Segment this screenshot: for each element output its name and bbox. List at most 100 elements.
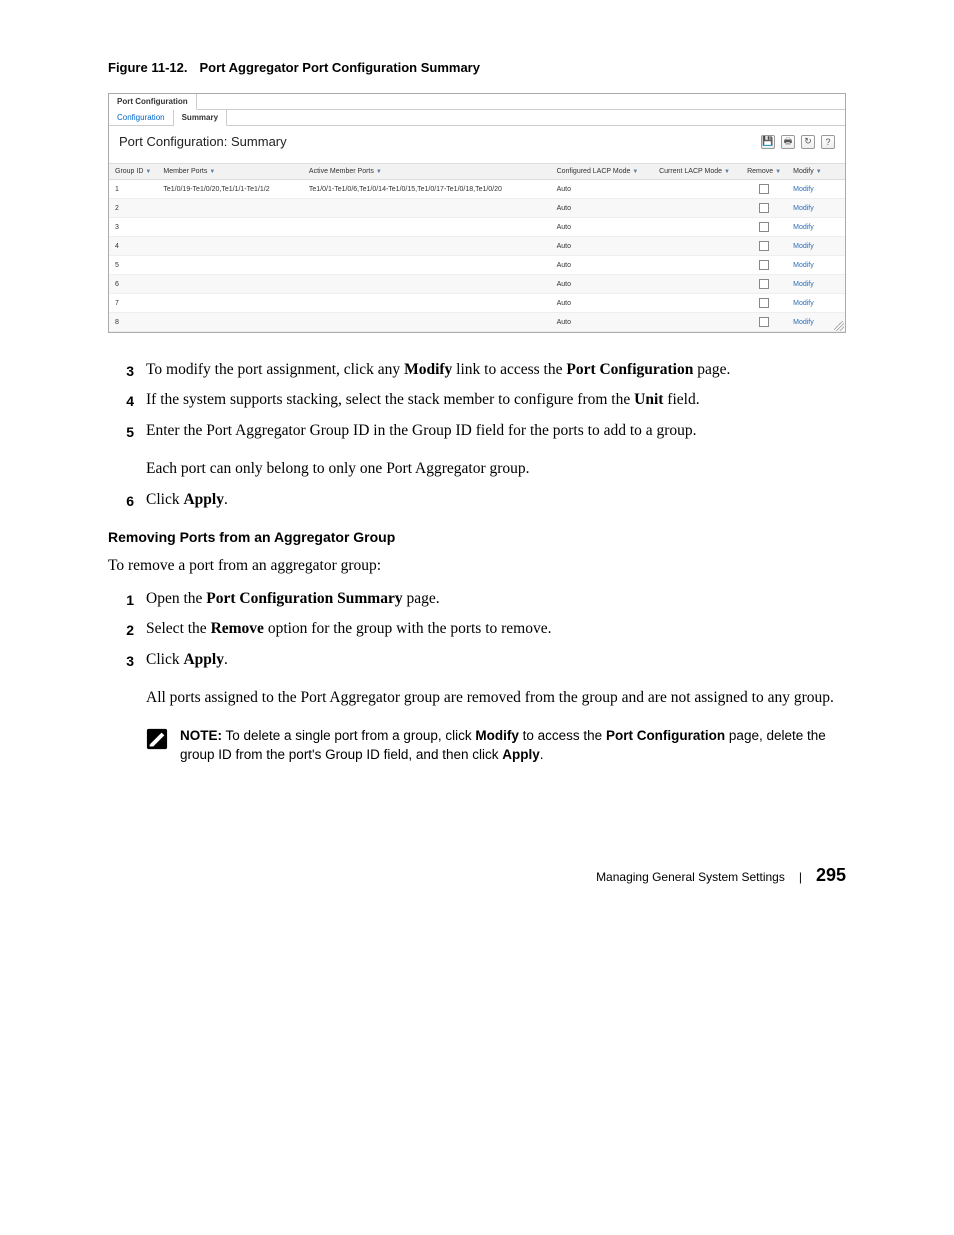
print-icon[interactable]: 🖶 [781,135,795,149]
cell-active-member-ports: Te1/0/1-Te1/0/6,Te1/0/14-Te1/0/15,Te1/0/… [303,180,551,199]
save-icon[interactable]: 💾 [761,135,775,149]
cell-modify: Modify [787,275,845,294]
step-2-3-sub: All ports assigned to the Port Aggregato… [146,687,846,709]
cell-configured-lacp: Auto [551,199,654,218]
remove-checkbox[interactable] [759,260,769,270]
cell-member-ports [157,237,303,256]
cell-current-lacp [653,237,741,256]
steps-list-1: 3 To modify the port assignment, click a… [108,359,846,442]
step-text: Select the Remove option for the group w… [146,618,846,640]
step-2-2: 2 Select the Remove option for the group… [108,618,846,640]
cell-group-id: 2 [109,199,157,218]
subtab-summary[interactable]: Summary [174,110,227,126]
step-text: Open the Port Configuration Summary page… [146,588,846,610]
remove-checkbox[interactable] [759,317,769,327]
figure-label: Figure 11-12. [108,60,187,75]
col-modify[interactable]: Modify▼ [787,164,845,180]
step-text: Enter the Port Aggregator Group ID in th… [146,420,846,442]
step-6: 6 Click Apply. [108,489,846,511]
note-block: NOTE: To delete a single port from a gro… [146,726,846,765]
remove-checkbox[interactable] [759,184,769,194]
table-row: 7AutoModify [109,294,845,313]
screenshot-top-tabs: Port Configuration [109,94,845,110]
cell-active-member-ports [303,218,551,237]
cell-current-lacp [653,313,741,332]
col-current-lacp[interactable]: Current LACP Mode▼ [653,164,741,180]
step-number: 6 [108,489,134,511]
subtab-configuration[interactable]: Configuration [109,110,174,125]
modify-link[interactable]: Modify [793,300,814,307]
modify-link[interactable]: Modify [793,262,814,269]
tab-port-configuration[interactable]: Port Configuration [109,94,197,110]
cell-active-member-ports [303,256,551,275]
toolbar-icons: 💾 🖶 ↻ ? [761,135,835,149]
cell-active-member-ports [303,275,551,294]
cell-active-member-ports [303,294,551,313]
section-heading-removing: Removing Ports from an Aggregator Group [108,529,846,545]
cell-active-member-ports [303,313,551,332]
table-row: 2 Auto Modify [109,199,845,218]
col-configured-lacp[interactable]: Configured LACP Mode▼ [551,164,654,180]
modify-link[interactable]: Modify [793,319,814,326]
section-intro: To remove a port from an aggregator grou… [108,555,846,577]
remove-checkbox[interactable] [759,222,769,232]
modify-link[interactable]: Modify [793,281,814,288]
cell-group-id: 5 [109,256,157,275]
cell-member-ports [157,256,303,275]
modify-link[interactable]: Modify [793,186,814,193]
figure-title: Port Aggregator Port Configuration Summa… [199,60,479,75]
remove-checkbox[interactable] [759,279,769,289]
col-group-id[interactable]: Group ID▼ [109,164,157,180]
cell-remove [741,237,787,256]
table-row: 3AutoModify [109,218,845,237]
cell-configured-lacp: Auto [551,313,654,332]
table-row: 5 Auto Modify [109,256,845,275]
cell-configured-lacp: Auto [551,256,654,275]
cell-remove [741,180,787,199]
cell-remove [741,218,787,237]
refresh-icon[interactable]: ↻ [801,135,815,149]
cell-group-id: 1 [109,180,157,199]
cell-remove [741,256,787,275]
step-text: To modify the port assignment, click any… [146,359,846,381]
step-3: 3 To modify the port assignment, click a… [108,359,846,381]
modify-link[interactable]: Modify [793,243,814,250]
cell-configured-lacp: Auto [551,275,654,294]
steps-list-2: 1 Open the Port Configuration Summary pa… [108,588,846,671]
cell-member-ports [157,199,303,218]
cell-modify: Modify [787,294,845,313]
steps-list-1b: 6 Click Apply. [108,489,846,511]
modify-link[interactable]: Modify [793,224,814,231]
step-text: Click Apply. [146,649,846,671]
step-text: Click Apply. [146,489,846,511]
cell-configured-lacp: Auto [551,180,654,199]
remove-checkbox[interactable] [759,298,769,308]
step-2-1: 1 Open the Port Configuration Summary pa… [108,588,846,610]
help-icon[interactable]: ? [821,135,835,149]
step-5: 5 Enter the Port Aggregator Group ID in … [108,420,846,442]
step-number: 1 [108,588,134,610]
remove-checkbox[interactable] [759,203,769,213]
step-number: 2 [108,618,134,640]
cell-current-lacp [653,294,741,313]
table-row: 6 Auto Modify [109,275,845,294]
page-footer: Managing General System Settings | 295 [108,865,846,886]
cell-remove [741,275,787,294]
figure-caption: Figure 11-12. Port Aggregator Port Config… [108,60,846,75]
cell-modify: Modify [787,218,845,237]
cell-active-member-ports [303,199,551,218]
cell-member-ports [157,218,303,237]
col-remove[interactable]: Remove▼ [741,164,787,180]
resize-grip-icon [834,321,844,331]
col-member-ports[interactable]: Member Ports▼ [157,164,303,180]
summary-table: Group ID▼ Member Ports▼ Active Member Po… [109,164,845,332]
modify-link[interactable]: Modify [793,205,814,212]
cell-active-member-ports [303,237,551,256]
step-text: If the system supports stacking, select … [146,389,846,411]
cell-group-id: 6 [109,275,157,294]
col-active-member-ports[interactable]: Active Member Ports▼ [303,164,551,180]
step-number: 5 [108,420,134,442]
panel-title: Port Configuration: Summary [119,134,287,149]
note-label: NOTE: [180,728,222,743]
remove-checkbox[interactable] [759,241,769,251]
